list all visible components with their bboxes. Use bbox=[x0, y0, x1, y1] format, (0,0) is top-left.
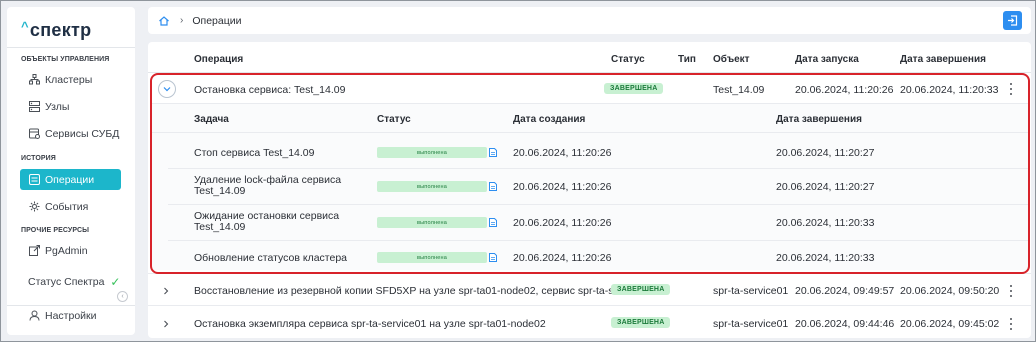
sidebar-item-label: Настройки bbox=[45, 309, 97, 322]
row-divider bbox=[148, 305, 1031, 306]
sidebar-item-settings[interactable]: Настройки bbox=[20, 305, 121, 326]
subcol-header-task: Задача bbox=[194, 114, 229, 125]
log-file-icon[interactable] bbox=[489, 148, 497, 157]
operation-name[interactable]: Восстановление из резервной копии SFD5XP… bbox=[194, 285, 653, 297]
sidebar-item-clusters[interactable]: Кластеры bbox=[20, 69, 121, 90]
task-created: 20.06.2024, 11:20:26 bbox=[513, 252, 612, 264]
chevron-right-icon[interactable] bbox=[162, 287, 170, 295]
log-file-icon[interactable] bbox=[489, 253, 497, 262]
subcol-header-end: Дата завершения bbox=[776, 114, 862, 125]
log-file-icon[interactable] bbox=[489, 182, 497, 191]
chevron-right-icon[interactable] bbox=[162, 320, 170, 328]
row-menu-icon[interactable] bbox=[1008, 318, 1014, 330]
header-divider bbox=[148, 72, 1031, 73]
task-name: Удаление lock-файла сервиса Test_14.09 bbox=[194, 174, 342, 197]
sidebar-section-objects: ОБЪЕКТЫ УПРАВЛЕНИЯ bbox=[21, 56, 110, 63]
subcol-header-created: Дата создания bbox=[513, 114, 586, 125]
log-file-icon[interactable] bbox=[489, 218, 497, 227]
sidebar-item-db-services[interactable]: Сервисы СУБД bbox=[20, 123, 121, 144]
col-header-operation[interactable]: Операция bbox=[194, 54, 243, 65]
start-cell: 20.06.2024, 11:20:26 bbox=[795, 84, 894, 96]
server-icon bbox=[29, 101, 40, 112]
col-header-end[interactable]: Дата завершения bbox=[900, 54, 986, 65]
sidebar-item-label: Кластеры bbox=[45, 73, 93, 86]
col-header-object[interactable]: Объект bbox=[713, 54, 750, 65]
col-header-status[interactable]: Статус bbox=[611, 54, 645, 65]
task-created: 20.06.2024, 11:20:26 bbox=[513, 147, 612, 159]
status-badge: ЗАВЕРШЕНА bbox=[604, 83, 664, 94]
link-icon bbox=[29, 245, 40, 256]
sidebar-item-events[interactable]: События bbox=[20, 196, 121, 217]
top-bar: › Операции bbox=[148, 7, 1031, 34]
home-icon[interactable] bbox=[158, 15, 170, 27]
task-name: Обновление статусов кластера bbox=[194, 252, 347, 264]
start-cell: 20.06.2024, 09:44:46 bbox=[795, 318, 895, 330]
collapse-row-button[interactable] bbox=[158, 80, 176, 98]
sidebar-item-operations[interactable]: Операции bbox=[20, 169, 121, 190]
collapse-sidebar-button[interactable]: ‹ bbox=[117, 291, 128, 302]
col-header-type[interactable]: Тип bbox=[678, 54, 696, 65]
operations-icon bbox=[29, 174, 40, 185]
row-menu-icon[interactable] bbox=[1008, 83, 1014, 95]
col-header-start[interactable]: Дата запуска bbox=[795, 54, 859, 65]
logout-button[interactable] bbox=[1003, 11, 1022, 30]
row-divider bbox=[168, 240, 1028, 241]
task-status-badge: выполнена bbox=[377, 252, 487, 263]
sidebar-item-label: PgAdmin bbox=[45, 244, 88, 257]
app-window: ^спектр ОБЪЕКТЫ УПРАВЛЕНИЯ Кластеры Узлы… bbox=[0, 0, 1036, 342]
task-end: 20.06.2024, 11:20:33 bbox=[776, 217, 875, 229]
sidebar-item-label: Операции bbox=[45, 173, 95, 186]
sidebar: ^спектр ОБЪЕКТЫ УПРАВЛЕНИЯ Кластеры Узлы… bbox=[7, 7, 135, 335]
cluster-icon bbox=[29, 74, 40, 85]
database-icon bbox=[29, 128, 40, 139]
task-name: Стоп сервиса Test_14.09 bbox=[194, 147, 315, 159]
sidebar-item-label: Сервисы СУБД bbox=[45, 127, 120, 140]
task-status-badge: выполнена bbox=[377, 147, 487, 158]
sidebar-item-label: События bbox=[45, 200, 89, 213]
object-cell: spr-ta-service01 bbox=[713, 318, 789, 330]
sidebar-section-history: ИСТОРИЯ bbox=[21, 155, 56, 162]
chevron-down-icon bbox=[163, 87, 171, 92]
user-icon bbox=[29, 310, 40, 321]
task-end: 20.06.2024, 11:20:27 bbox=[776, 147, 875, 159]
task-created: 20.06.2024, 11:20:26 bbox=[513, 217, 612, 229]
task-status-badge: выполнена bbox=[377, 217, 487, 228]
task-name: Ожидание остановки сервиса Test_14.09 bbox=[194, 210, 340, 233]
end-cell: 20.06.2024, 09:50:20 bbox=[900, 285, 1000, 297]
status-badge: ЗАВЕРШЕНА bbox=[611, 317, 671, 328]
app-logo[interactable]: ^спектр bbox=[21, 19, 91, 41]
logout-icon bbox=[1008, 15, 1018, 26]
sidebar-section-other: ПРОЧИЕ РЕСУРСЫ bbox=[21, 227, 90, 234]
row-menu-icon[interactable] bbox=[1008, 285, 1014, 297]
start-cell: 20.06.2024, 09:49:57 bbox=[795, 285, 895, 297]
chevron-right-icon: › bbox=[180, 15, 184, 26]
status-badge: ЗАВЕРШЕНА bbox=[611, 284, 671, 295]
operations-table: Операция Статус Тип Объект Дата запуска … bbox=[148, 42, 1031, 338]
operation-name[interactable]: Остановка экземпляра сервиса spr-ta-serv… bbox=[194, 318, 546, 330]
sidebar-item-pgadmin[interactable]: PgAdmin bbox=[20, 240, 121, 261]
sidebar-item-label: Узлы bbox=[45, 100, 70, 113]
row-divider bbox=[168, 204, 1028, 205]
row-divider bbox=[152, 132, 1028, 133]
object-cell: Test_14.09 bbox=[713, 84, 765, 96]
task-created: 20.06.2024, 11:20:26 bbox=[513, 181, 612, 193]
end-cell: 20.06.2024, 11:20:33 bbox=[900, 84, 999, 96]
check-icon: ✓ bbox=[110, 275, 121, 289]
sidebar-divider bbox=[7, 47, 135, 48]
task-end: 20.06.2024, 11:20:33 bbox=[776, 252, 875, 264]
task-status-badge: выполнена bbox=[377, 181, 487, 192]
row-divider bbox=[148, 273, 1031, 274]
subcol-header-status: Статус bbox=[377, 114, 411, 125]
end-cell: 20.06.2024, 09:45:02 bbox=[900, 318, 1000, 330]
events-icon bbox=[29, 201, 40, 212]
spectr-status: Статус Спектра ✓ bbox=[28, 275, 120, 289]
row-divider bbox=[168, 168, 1028, 169]
object-cell: spr-ta-service01 bbox=[713, 285, 789, 297]
task-end: 20.06.2024, 11:20:27 bbox=[776, 181, 875, 193]
sidebar-item-nodes[interactable]: Узлы bbox=[20, 96, 121, 117]
row-divider bbox=[152, 103, 1028, 104]
breadcrumb[interactable]: Операции bbox=[192, 15, 241, 27]
operation-name[interactable]: Остановка сервиса: Test_14.09 bbox=[194, 84, 345, 96]
spectr-status-label: Статус Спектра bbox=[28, 276, 105, 288]
